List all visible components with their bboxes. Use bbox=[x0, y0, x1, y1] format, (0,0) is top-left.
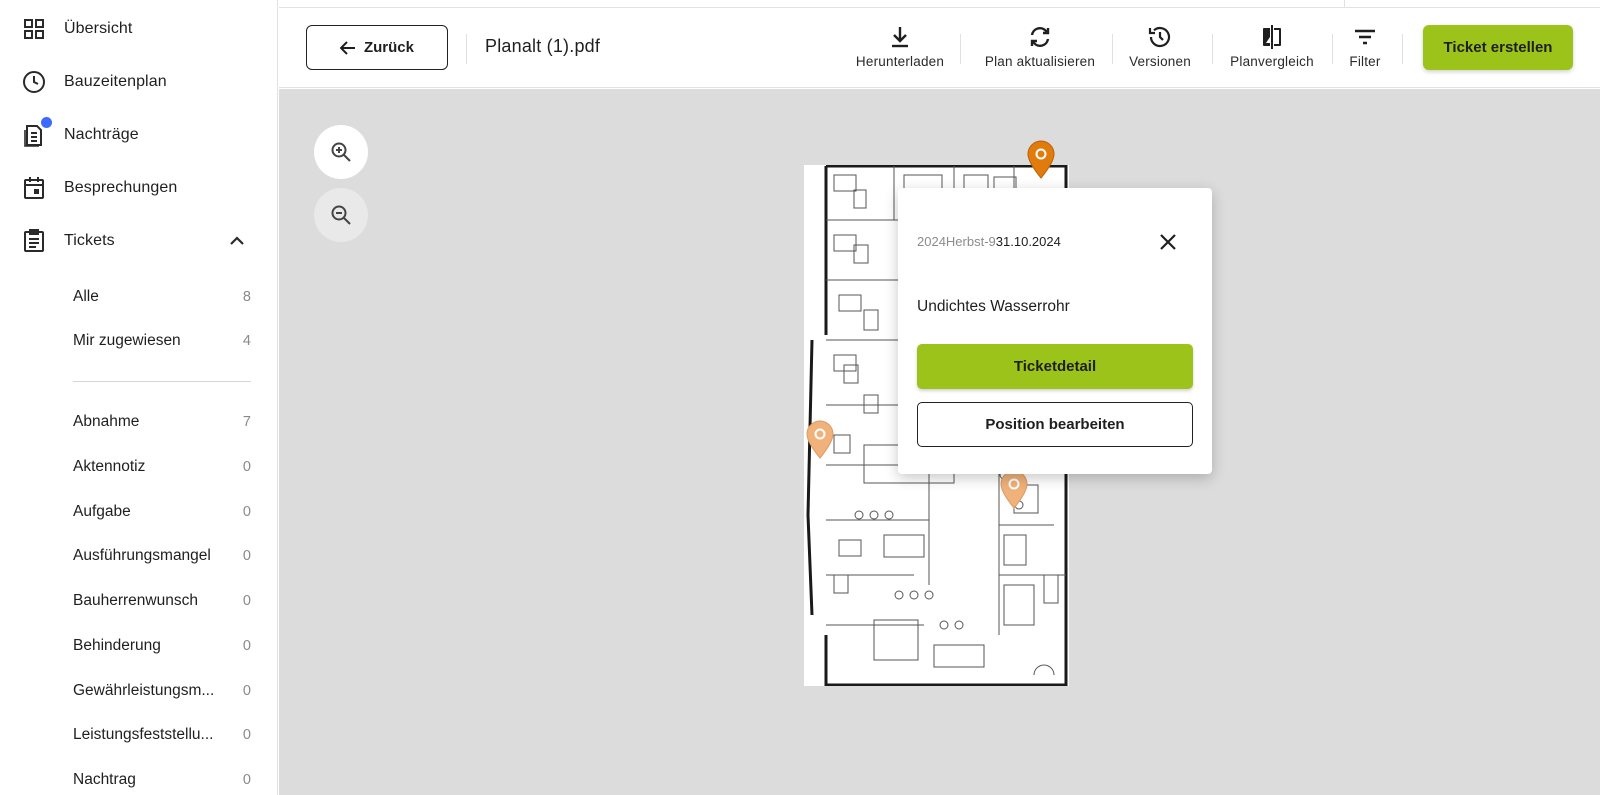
nav-label: Tickets bbox=[64, 232, 115, 249]
nav-item-besprechungen[interactable]: Besprechungen bbox=[0, 168, 277, 208]
refresh-icon bbox=[1028, 24, 1052, 50]
zoom-out-icon bbox=[331, 205, 351, 225]
ticket-type-nachtrag[interactable]: Nachtrag 0 bbox=[0, 762, 277, 795]
plan-compare-button[interactable]: Planvergleich bbox=[1227, 24, 1317, 74]
clock-icon bbox=[20, 68, 48, 96]
download-button[interactable]: Herunterladen bbox=[853, 24, 947, 74]
toolbar-divider bbox=[1212, 34, 1213, 64]
nav-label: Nachträge bbox=[64, 126, 139, 143]
back-button[interactable]: Zurück bbox=[306, 25, 448, 70]
ticket-type-count: 0 bbox=[242, 772, 251, 788]
ticket-type-count: 0 bbox=[242, 459, 251, 475]
ticket-filter-count: 4 bbox=[242, 333, 251, 349]
close-icon[interactable] bbox=[1154, 228, 1182, 256]
ticket-pin-icon[interactable] bbox=[999, 469, 1029, 509]
ticket-type-label: Nachtrag bbox=[73, 771, 136, 788]
zoom-in-button[interactable] bbox=[314, 125, 368, 179]
versions-button[interactable]: Versionen bbox=[1125, 24, 1195, 74]
filter-button[interactable]: Filter bbox=[1345, 24, 1385, 74]
ticket-title: Undichtes Wasserrohr bbox=[917, 298, 1070, 315]
ticket-type-abnahme[interactable]: Abnahme 7 bbox=[0, 404, 277, 440]
ticket-type-label: Ausführungsmangel bbox=[73, 547, 211, 564]
ticket-type-label: Leistungsfeststellu... bbox=[73, 726, 214, 743]
ticket-date: 31.10.2024 bbox=[995, 234, 1061, 249]
ticket-type-aktennotiz[interactable]: Aktennotiz 0 bbox=[0, 449, 277, 485]
active-ticket-pin-icon[interactable] bbox=[1026, 139, 1056, 179]
download-icon bbox=[888, 24, 912, 50]
back-button-label: Zurück bbox=[363, 39, 414, 56]
file-title: Planalt (1).pdf bbox=[485, 36, 601, 56]
plan-compare-label: Planvergleich bbox=[1230, 54, 1314, 69]
nav-label: Bauzeitenplan bbox=[64, 73, 167, 90]
compare-icon bbox=[1260, 24, 1284, 50]
ticket-type-bauherrenwunsch[interactable]: Bauherrenwunsch 0 bbox=[0, 583, 277, 619]
ticket-type-label: Abnahme bbox=[73, 413, 140, 430]
nav-item-uebersicht[interactable]: Übersicht bbox=[0, 9, 277, 49]
ticket-type-label: Gewährleistungsm... bbox=[73, 682, 215, 699]
download-label: Herunterladen bbox=[855, 54, 945, 69]
ticket-type-behinderung[interactable]: Behinderung 0 bbox=[0, 628, 277, 664]
top-strip-separator bbox=[1344, 0, 1345, 8]
create-ticket-button[interactable]: Ticket erstellen bbox=[1423, 25, 1573, 70]
refresh-label: Plan aktualisieren bbox=[984, 54, 1096, 69]
ticket-filter-count: 8 bbox=[242, 289, 251, 305]
calendar-icon bbox=[20, 174, 48, 202]
toolbar-divider bbox=[960, 34, 961, 64]
toolbar-divider bbox=[1112, 34, 1113, 64]
ticket-type-count: 0 bbox=[242, 638, 251, 654]
sidebar: Übersicht Bauzeitenplan Nachträge Bespre… bbox=[0, 0, 278, 795]
zoom-in-icon bbox=[331, 142, 351, 162]
dashboard-grid-icon bbox=[20, 15, 48, 43]
nav-label: Besprechungen bbox=[64, 179, 178, 196]
arrow-left-icon bbox=[339, 40, 355, 55]
ticket-filter-label: Mir zugewiesen bbox=[73, 332, 181, 349]
top-strip bbox=[279, 0, 1600, 8]
ticket-type-count: 0 bbox=[242, 727, 251, 743]
ticket-filter-label: Alle bbox=[73, 288, 99, 305]
ticket-type-label: Aufgabe bbox=[73, 503, 131, 520]
ticket-pin-icon[interactable] bbox=[805, 419, 835, 459]
ticket-type-label: Behinderung bbox=[73, 637, 161, 654]
nav-label: Übersicht bbox=[64, 20, 133, 37]
plan-toolbar: Zurück Planalt (1).pdf Herunterladen Pla… bbox=[279, 8, 1600, 88]
history-icon bbox=[1148, 24, 1172, 50]
sidebar-divider bbox=[73, 381, 251, 382]
ticket-type-gewaehrleistung[interactable]: Gewährleistungsm... 0 bbox=[0, 673, 277, 709]
toolbar-divider bbox=[1332, 34, 1333, 64]
ticket-type-ausfuehrungsmangel[interactable]: Ausführungsmangel 0 bbox=[0, 538, 277, 574]
ticket-type-count: 0 bbox=[242, 683, 251, 699]
ticket-meta: 2024Herbst-931.10.2024 bbox=[917, 234, 1061, 249]
ticket-type-aufgabe[interactable]: Aufgabe 0 bbox=[0, 494, 277, 530]
ticket-id: 2024Herbst-9 bbox=[917, 234, 996, 249]
notification-dot bbox=[41, 117, 52, 128]
toolbar-divider bbox=[1402, 34, 1403, 64]
refresh-plan-button[interactable]: Plan aktualisieren bbox=[975, 24, 1105, 74]
filter-icon bbox=[1353, 24, 1377, 50]
ticket-filter-alle[interactable]: Alle 8 bbox=[0, 279, 277, 315]
ticket-type-label: Aktennotiz bbox=[73, 458, 146, 475]
nav-item-tickets[interactable]: Tickets bbox=[0, 221, 277, 261]
chevron-up-icon[interactable] bbox=[226, 230, 248, 252]
toolbar-divider bbox=[466, 34, 467, 64]
ticket-type-label: Bauherrenwunsch bbox=[73, 592, 198, 609]
ticket-type-count: 0 bbox=[242, 504, 251, 520]
ticket-filter-mir-zugewiesen[interactable]: Mir zugewiesen 4 bbox=[0, 323, 277, 359]
filter-label: Filter bbox=[1349, 54, 1381, 69]
ticket-type-count: 7 bbox=[242, 414, 251, 430]
ticket-type-leistungsfeststellung[interactable]: Leistungsfeststellu... 0 bbox=[0, 717, 277, 753]
nav-item-bauzeitenplan[interactable]: Bauzeitenplan bbox=[0, 62, 277, 102]
ticket-type-count: 0 bbox=[242, 593, 251, 609]
zoom-out-button[interactable] bbox=[314, 188, 368, 242]
clipboard-icon bbox=[20, 227, 48, 255]
ticket-type-count: 0 bbox=[242, 548, 251, 564]
ticket-popup: 2024Herbst-931.10.2024 Undichtes Wasserr… bbox=[898, 188, 1212, 474]
versions-label: Versionen bbox=[1129, 54, 1191, 69]
ticket-detail-button[interactable]: Ticketdetail bbox=[917, 344, 1193, 389]
edit-position-button[interactable]: Position bearbeiten bbox=[917, 402, 1193, 447]
